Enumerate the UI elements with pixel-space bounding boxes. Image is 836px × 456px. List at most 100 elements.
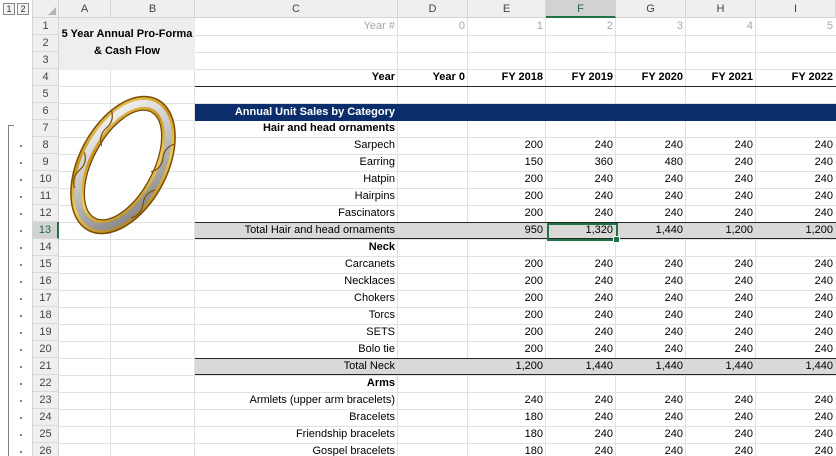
value-cell[interactable]: 240 [686, 443, 756, 456]
year-header-cell[interactable]: FY 2022 [756, 69, 836, 86]
year-header-cell[interactable]: FY 2020 [616, 69, 686, 86]
outline-group-bracket[interactable] [8, 125, 9, 456]
value-cell[interactable]: 240 [756, 443, 836, 456]
value-cell[interactable]: 240 [546, 341, 616, 358]
value-cell[interactable]: 240 [546, 307, 616, 324]
value-cell[interactable]: 200 [468, 341, 546, 358]
value-cell[interactable]: 480 [616, 154, 686, 171]
value-cell[interactable]: 240 [616, 137, 686, 154]
row-header-24[interactable]: 24 [33, 409, 59, 426]
category-label[interactable]: Hair and head ornaments [195, 120, 398, 137]
value-cell[interactable]: 240 [616, 307, 686, 324]
value-cell[interactable]: 360 [546, 154, 616, 171]
value-cell[interactable]: 240 [616, 205, 686, 222]
total-value-cell[interactable]: 1,200 [756, 222, 836, 239]
value-cell[interactable]: 240 [686, 341, 756, 358]
value-cell[interactable]: 240 [546, 273, 616, 290]
row-header-4[interactable]: 4 [33, 69, 59, 86]
value-cell[interactable]: 200 [468, 256, 546, 273]
year-index-cell[interactable]: 3 [616, 18, 686, 35]
value-cell[interactable]: 240 [546, 188, 616, 205]
column-header-b[interactable]: B [111, 0, 195, 18]
value-cell[interactable]: 200 [468, 137, 546, 154]
value-cell[interactable]: 240 [756, 171, 836, 188]
row-header-2[interactable]: 2 [33, 35, 59, 52]
value-cell[interactable]: 240 [686, 171, 756, 188]
value-cell[interactable]: 240 [756, 392, 836, 409]
value-cell[interactable]: 240 [616, 290, 686, 307]
year-header-cell[interactable]: FY 2021 [686, 69, 756, 86]
value-cell[interactable]: 240 [546, 409, 616, 426]
value-cell[interactable]: 240 [686, 273, 756, 290]
row-header-3[interactable]: 3 [33, 52, 59, 69]
value-cell[interactable]: 180 [468, 443, 546, 456]
value-cell[interactable]: 240 [546, 205, 616, 222]
value-cell[interactable]: 240 [686, 256, 756, 273]
item-label[interactable]: Bolo tie [195, 341, 398, 358]
row-header-15[interactable]: 15 [33, 256, 59, 273]
row-header-21[interactable]: 21 [33, 358, 59, 375]
total-value-cell[interactable]: 1,440 [616, 358, 686, 375]
active-cell-selection[interactable] [547, 223, 620, 243]
value-cell[interactable]: 200 [468, 307, 546, 324]
row-header-20[interactable]: 20 [33, 341, 59, 358]
value-cell[interactable]: 200 [468, 171, 546, 188]
value-cell[interactable]: 240 [756, 188, 836, 205]
item-label[interactable]: Hairpins [195, 188, 398, 205]
row-header-11[interactable]: 11 [33, 188, 59, 205]
row-header-10[interactable]: 10 [33, 171, 59, 188]
value-cell[interactable]: 240 [546, 290, 616, 307]
value-cell[interactable]: 240 [616, 409, 686, 426]
total-value-cell[interactable]: 1,440 [686, 358, 756, 375]
total-label[interactable]: Total Hair and head ornaments [195, 222, 398, 239]
row-header-25[interactable]: 25 [33, 426, 59, 443]
value-cell[interactable]: 240 [546, 137, 616, 154]
outline-level-1-button[interactable]: 1 [3, 3, 15, 15]
year-header-cell[interactable]: FY 2018 [468, 69, 546, 86]
value-cell[interactable]: 240 [686, 137, 756, 154]
total-label[interactable]: Total Neck [195, 358, 398, 375]
row-header-9[interactable]: 9 [33, 154, 59, 171]
column-header-i[interactable]: I [756, 0, 836, 18]
column-header-c[interactable]: C [195, 0, 398, 18]
year-index-cell[interactable]: 2 [546, 18, 616, 35]
worksheet-grid[interactable]: 5 Year Annual Pro-Forma & Cash Flow Year… [59, 18, 836, 456]
category-label[interactable]: Arms [195, 375, 398, 392]
value-cell[interactable]: 240 [756, 273, 836, 290]
row-header-26[interactable]: 26 [33, 443, 59, 456]
row-header-16[interactable]: 16 [33, 273, 59, 290]
row-header-8[interactable]: 8 [33, 137, 59, 154]
item-label[interactable]: Armlets (upper arm bracelets) [195, 392, 398, 409]
item-label[interactable]: Bracelets [195, 409, 398, 426]
row-header-12[interactable]: 12 [33, 205, 59, 222]
value-cell[interactable]: 240 [756, 154, 836, 171]
value-cell[interactable]: 240 [686, 188, 756, 205]
value-cell[interactable]: 200 [468, 205, 546, 222]
value-cell[interactable]: 240 [756, 205, 836, 222]
year-index-cell[interactable]: 1 [468, 18, 546, 35]
value-cell[interactable]: 240 [546, 443, 616, 456]
item-label[interactable]: Friendship bracelets [195, 426, 398, 443]
year-index-label[interactable]: Year # [195, 18, 398, 35]
value-cell[interactable]: 240 [468, 392, 546, 409]
value-cell[interactable]: 240 [616, 392, 686, 409]
total-value-cell[interactable]: 1,200 [468, 358, 546, 375]
value-cell[interactable]: 240 [546, 426, 616, 443]
value-cell[interactable]: 240 [546, 324, 616, 341]
value-cell[interactable]: 240 [756, 137, 836, 154]
column-header-e[interactable]: E [468, 0, 546, 18]
item-label[interactable]: Earring [195, 154, 398, 171]
item-label[interactable]: Chokers [195, 290, 398, 307]
value-cell[interactable]: 240 [756, 290, 836, 307]
item-label[interactable]: Torcs [195, 307, 398, 324]
value-cell[interactable]: 200 [468, 290, 546, 307]
value-cell[interactable]: 240 [616, 256, 686, 273]
column-header-f[interactable]: F [546, 0, 616, 18]
item-label[interactable]: Hatpin [195, 171, 398, 188]
item-label[interactable]: Gospel bracelets [195, 443, 398, 456]
row-header-18[interactable]: 18 [33, 307, 59, 324]
value-cell[interactable]: 240 [546, 392, 616, 409]
total-value-cell[interactable]: 1,440 [546, 358, 616, 375]
value-cell[interactable]: 240 [756, 426, 836, 443]
year-header-cell[interactable]: Year 0 [398, 69, 468, 86]
